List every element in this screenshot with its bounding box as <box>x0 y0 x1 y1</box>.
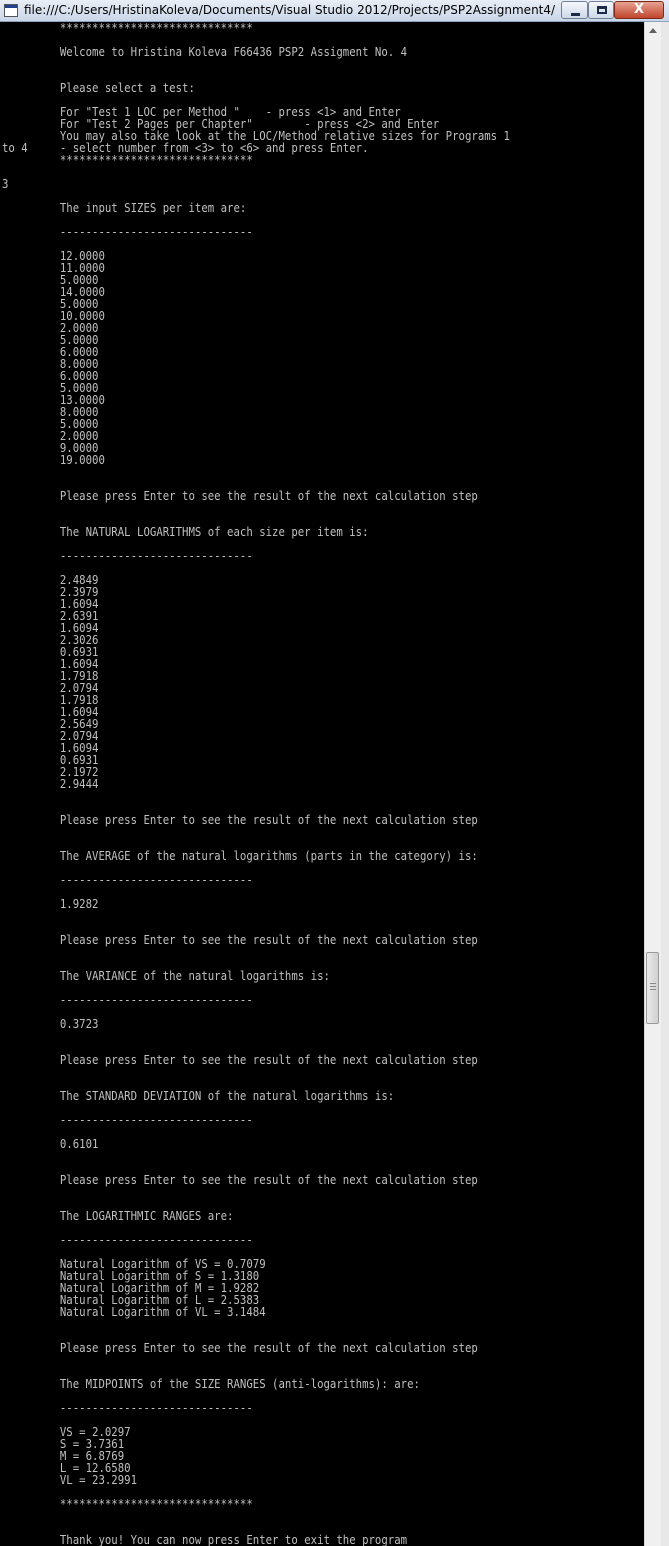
maximize-button[interactable] <box>588 1 614 19</box>
console-output-text: ****************************** Welcome t… <box>2 22 510 1546</box>
minimize-icon <box>571 13 580 16</box>
minimize-button[interactable] <box>561 1 588 19</box>
vertical-scrollbar[interactable] <box>644 22 661 1546</box>
console-window: file:///C:/Users/HristinaKoleva/Document… <box>0 0 669 1546</box>
console-app-icon[interactable] <box>4 4 18 17</box>
maximize-icon <box>597 6 607 14</box>
close-icon: X <box>633 2 645 17</box>
scroll-up-arrow-icon[interactable] <box>645 22 661 39</box>
close-button[interactable]: X <box>614 1 664 19</box>
console-output-area[interactable]: ****************************** Welcome t… <box>2 22 643 1546</box>
title-bar[interactable]: file:///C:/Users/HristinaKoleva/Document… <box>0 0 669 22</box>
scrollbar-thumb[interactable] <box>646 952 659 1024</box>
window-title: file:///C:/Users/HristinaKoleva/Document… <box>24 3 556 17</box>
scrollbar-grip-icon <box>650 983 656 991</box>
window-border <box>661 22 669 1546</box>
